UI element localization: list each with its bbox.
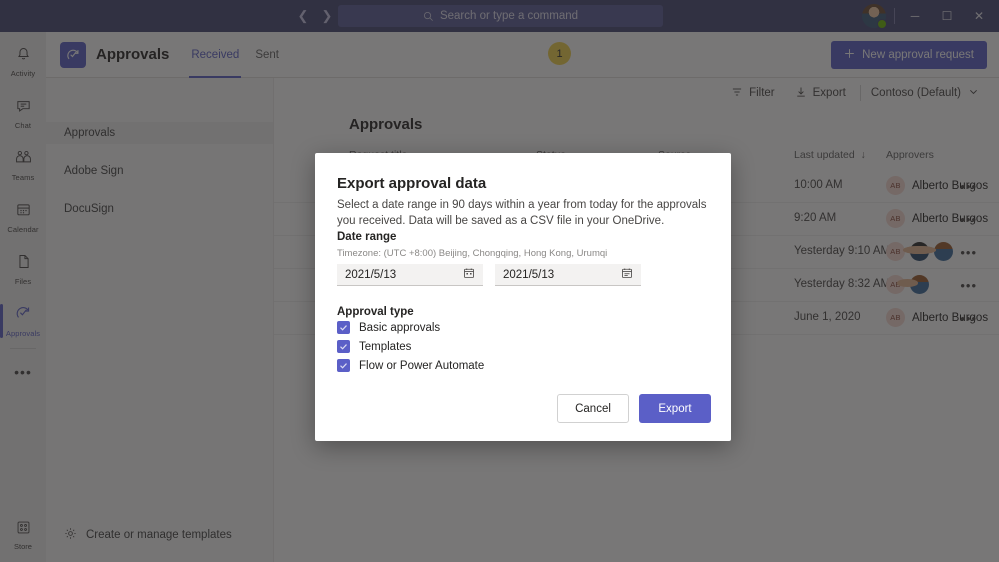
checkbox-flow-power-automate[interactable]: Flow or Power Automate: [337, 359, 484, 372]
checkbox-label: Templates: [359, 341, 411, 353]
checkbox-label: Basic approvals: [359, 322, 440, 334]
checkmark-icon: [337, 340, 350, 353]
date-range-label: Date range: [337, 231, 396, 243]
teams-approvals-window: ❮ ❯ Search or type a command ─ ☐ ✕ Acti: [0, 0, 999, 562]
checkmark-icon: [337, 359, 350, 372]
checkbox-templates[interactable]: Templates: [337, 340, 484, 353]
approval-type-label: Approval type: [337, 306, 414, 318]
calendar-icon[interactable]: [463, 266, 475, 284]
checkmark-icon: [337, 321, 350, 334]
cancel-button[interactable]: Cancel: [557, 394, 629, 423]
start-date-input[interactable]: 2021/5/13: [337, 264, 483, 286]
timezone-label: Timezone: (UTC +8:00) Beijing, Chongqing…: [337, 248, 607, 259]
checkbox-label: Flow or Power Automate: [359, 360, 484, 372]
export-approval-data-dialog: Export approval data Select a date range…: [315, 153, 731, 441]
dialog-title: Export approval data: [337, 175, 486, 192]
start-date-value: 2021/5/13: [345, 269, 463, 281]
approval-type-checkbox-group: Basic approvals Templates Flow or Power …: [337, 321, 484, 372]
dialog-description: Select a date range in 90 days within a …: [337, 197, 713, 229]
calendar-icon[interactable]: [621, 266, 633, 284]
dialog-actions: Cancel Export: [557, 394, 711, 423]
date-range-fields: 2021/5/13 2021/5/13: [337, 264, 641, 286]
export-confirm-button[interactable]: Export: [639, 394, 711, 423]
end-date-input[interactable]: 2021/5/13: [495, 264, 641, 286]
checkbox-basic-approvals[interactable]: Basic approvals: [337, 321, 484, 334]
end-date-value: 2021/5/13: [503, 269, 621, 281]
